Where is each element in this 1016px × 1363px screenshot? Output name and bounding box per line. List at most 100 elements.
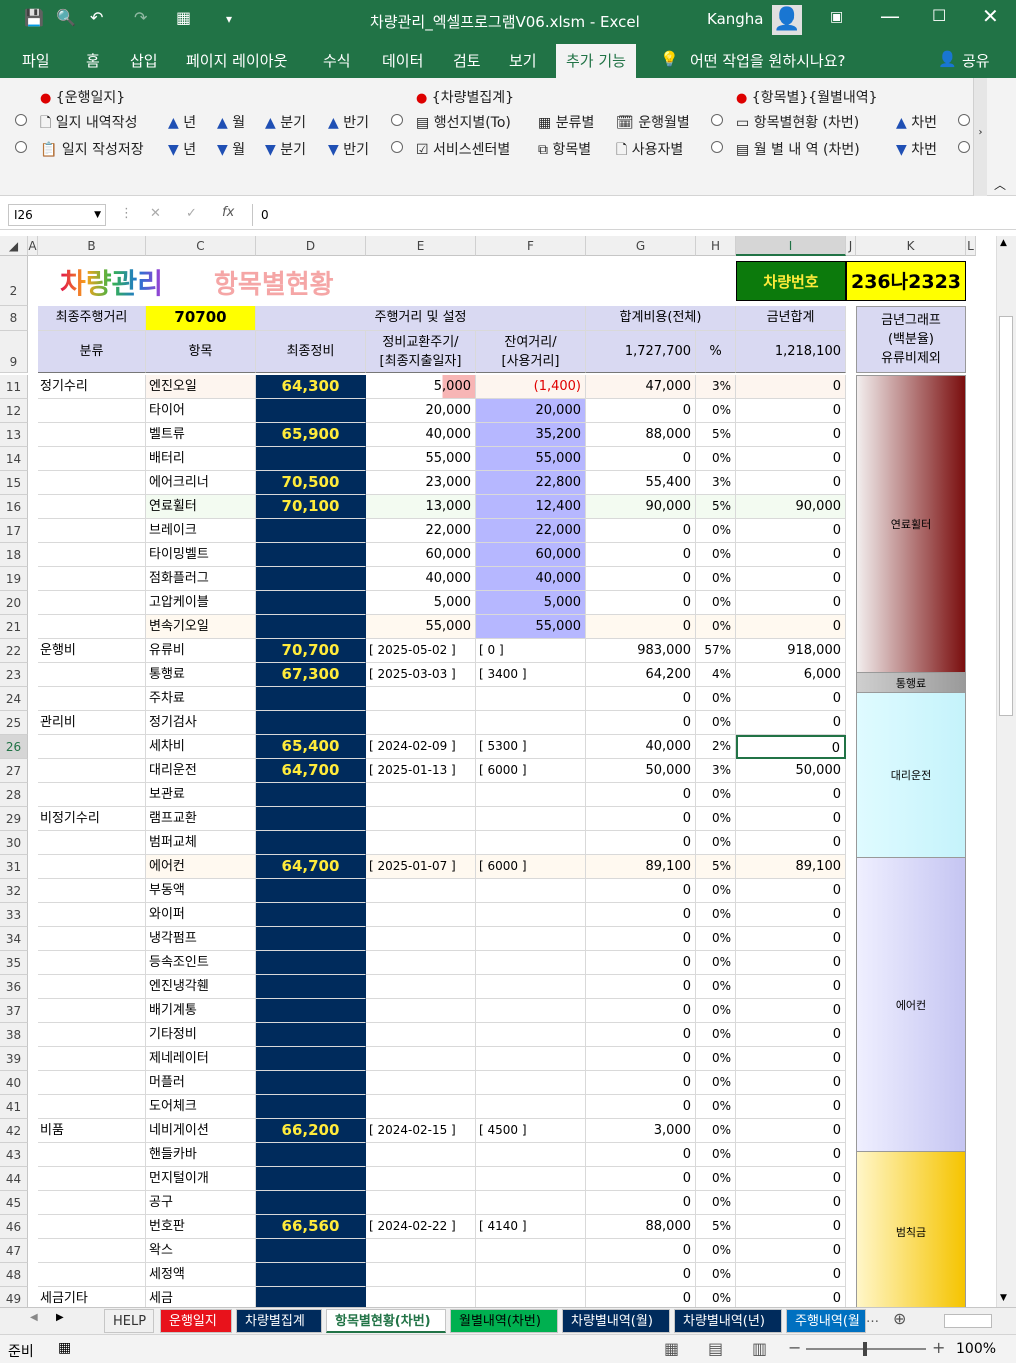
half-up-button[interactable]: ▲ 반기 bbox=[328, 112, 369, 132]
car-no-down-button[interactable]: ▼ 차번 bbox=[896, 139, 937, 159]
sheet-tab[interactable]: 차량별내역(년) bbox=[674, 1309, 782, 1333]
year-total-cell[interactable]: 0 bbox=[736, 1167, 846, 1191]
cycle-cell[interactable] bbox=[366, 1071, 476, 1095]
ribbon-display-icon[interactable]: ▣ bbox=[830, 9, 843, 25]
month-up-button[interactable]: ▲ 월 bbox=[217, 112, 245, 132]
column-header-i[interactable]: I bbox=[736, 236, 846, 256]
year-total-cell[interactable]: 0 bbox=[736, 999, 846, 1023]
quarter-up-button[interactable]: ▲ 분기 bbox=[265, 112, 306, 132]
row-header-2[interactable]: 2 bbox=[0, 256, 28, 306]
year-total-cell[interactable]: 0 bbox=[736, 423, 846, 447]
by-monthly-run-button[interactable]: 🗓 운행월별 bbox=[616, 112, 690, 132]
cycle-cell[interactable]: [ 2025-03-03 ] bbox=[366, 663, 476, 687]
year-total-cell[interactable]: 0 bbox=[736, 447, 846, 471]
year-total-cell[interactable]: 0 bbox=[736, 1023, 846, 1047]
maximize-icon[interactable]: ☐ bbox=[932, 6, 946, 25]
collapse-ribbon-icon[interactable]: ︿ bbox=[994, 176, 1006, 193]
cycle-cell[interactable] bbox=[366, 903, 476, 927]
user-avatar[interactable]: 👤 bbox=[772, 5, 802, 35]
cycle-cell[interactable] bbox=[366, 1287, 476, 1307]
name-box[interactable]: I26 ▼ bbox=[8, 204, 106, 226]
cycle-cell[interactable] bbox=[366, 1095, 476, 1119]
cycle-cell[interactable]: [ 2024-02-22 ] bbox=[366, 1215, 476, 1239]
minimize-icon[interactable]: — bbox=[880, 4, 900, 28]
redo-icon[interactable]: ↷ bbox=[134, 8, 147, 27]
year-total-cell[interactable]: 6,000 bbox=[736, 663, 846, 687]
journal-write-button[interactable]: 🗋 일지 내역작성 bbox=[40, 112, 137, 136]
print-preview-icon[interactable]: 🔍 bbox=[56, 8, 76, 27]
tab-page-layout[interactable]: 페이지 레이아웃 bbox=[186, 50, 287, 71]
radio-journal-save[interactable] bbox=[15, 141, 27, 157]
year-total-cell[interactable]: 0 bbox=[736, 807, 846, 831]
zoom-in-icon[interactable]: + bbox=[932, 1338, 945, 1357]
column-header-a[interactable]: A bbox=[28, 236, 38, 256]
formula-input[interactable]: 0 bbox=[252, 204, 1008, 226]
column-header-l[interactable]: L bbox=[966, 236, 976, 256]
page-layout-view-icon[interactable]: ▤ bbox=[708, 1339, 723, 1358]
year-total-cell[interactable]: 0 bbox=[736, 591, 846, 615]
item-status-button[interactable]: ▭ 항목별현황 (차번) bbox=[736, 112, 859, 132]
cycle-cell[interactable] bbox=[366, 1239, 476, 1263]
sheet-tab[interactable]: 월별내역(차번) bbox=[450, 1309, 558, 1333]
year-total-cell[interactable]: 0 bbox=[736, 399, 846, 423]
year-total-cell[interactable]: 0 bbox=[736, 711, 846, 735]
column-header-c[interactable]: C bbox=[146, 236, 256, 256]
cycle-cell[interactable]: 22,000 bbox=[366, 519, 476, 543]
year-total-cell[interactable]: 0 bbox=[736, 1191, 846, 1215]
year-total-cell[interactable]: 0 bbox=[736, 1047, 846, 1071]
radio-more-1[interactable] bbox=[958, 114, 970, 130]
year-total-cell[interactable]: 0 bbox=[736, 375, 846, 399]
year-total-cell[interactable]: 0 bbox=[736, 1119, 846, 1143]
cycle-cell[interactable] bbox=[366, 999, 476, 1023]
sheet-tab[interactable]: 항목별현황(차번) bbox=[326, 1309, 446, 1333]
scroll-up-icon[interactable]: ▲ bbox=[1000, 238, 1007, 248]
scroll-thumb[interactable] bbox=[999, 316, 1013, 716]
year-total-cell[interactable]: 0 bbox=[736, 567, 846, 591]
car-number-value[interactable]: 236나2323 bbox=[846, 261, 966, 301]
cycle-cell[interactable]: 20,000 bbox=[366, 399, 476, 423]
enter-icon[interactable]: ✓ bbox=[186, 206, 197, 221]
year-total-cell[interactable]: 0 bbox=[736, 1239, 846, 1263]
tab-add-ins[interactable]: 추가 기능 bbox=[556, 44, 636, 78]
cycle-cell[interactable] bbox=[366, 927, 476, 951]
macro-record-icon[interactable]: ▦ bbox=[58, 1340, 71, 1356]
year-total-cell[interactable]: 0 bbox=[736, 1215, 846, 1239]
year-total-cell[interactable]: 0 bbox=[736, 519, 846, 543]
column-header-e[interactable]: E bbox=[366, 236, 476, 256]
cycle-cell[interactable] bbox=[366, 879, 476, 903]
tab-data[interactable]: 데이터 bbox=[382, 50, 423, 71]
radio-more-2[interactable] bbox=[958, 141, 970, 157]
sheet-tab[interactable]: 운행일지 bbox=[160, 1309, 232, 1333]
cycle-cell[interactable] bbox=[366, 1191, 476, 1215]
year-total-cell[interactable]: 0 bbox=[736, 1287, 846, 1307]
cycle-cell[interactable] bbox=[366, 1263, 476, 1287]
year-total-cell[interactable]: 0 bbox=[736, 1095, 846, 1119]
cycle-cell[interactable]: 13,000 bbox=[366, 495, 476, 519]
cycle-cell[interactable]: [ 2024-02-15 ] bbox=[366, 1119, 476, 1143]
zoom-slider-handle[interactable] bbox=[863, 1342, 867, 1356]
ribbon-scroll-right-icon[interactable]: › bbox=[973, 78, 987, 196]
cycle-cell[interactable]: [ 2025-01-07 ] bbox=[366, 855, 476, 879]
cycle-cell[interactable] bbox=[366, 807, 476, 831]
year-total-cell[interactable]: 0 bbox=[736, 1143, 846, 1167]
year-total-cell[interactable]: 0 bbox=[736, 903, 846, 927]
column-header-g[interactable]: G bbox=[586, 236, 696, 256]
half-down-button[interactable]: ▼ 반기 bbox=[328, 139, 369, 159]
by-region-button[interactable]: ▤ 행선지별(To) bbox=[416, 112, 511, 132]
sheet-tab[interactable]: 차량별내역(월) bbox=[562, 1309, 670, 1333]
cycle-cell[interactable] bbox=[366, 1143, 476, 1167]
radio-by-region[interactable] bbox=[391, 114, 403, 130]
year-total-cell[interactable]: 0 bbox=[736, 975, 846, 999]
sheet-tab[interactable]: 주행내역(월 bbox=[786, 1309, 866, 1333]
radio-by-service-center[interactable] bbox=[391, 141, 403, 157]
column-header-b[interactable]: B bbox=[38, 236, 146, 256]
tab-view[interactable]: 보기 bbox=[509, 50, 537, 71]
close-icon[interactable]: ✕ bbox=[982, 4, 999, 28]
year-total-cell[interactable]: 0 bbox=[736, 1263, 846, 1287]
year-up-button[interactable]: ▲ 년 bbox=[168, 112, 196, 132]
year-total-cell[interactable]: 0 bbox=[736, 1071, 846, 1095]
year-total-cell[interactable]: 0 bbox=[736, 951, 846, 975]
tab-review[interactable]: 검토 bbox=[453, 50, 481, 71]
radio-journal-write[interactable] bbox=[15, 114, 27, 130]
sheet-tab[interactable]: HELP bbox=[104, 1309, 154, 1333]
